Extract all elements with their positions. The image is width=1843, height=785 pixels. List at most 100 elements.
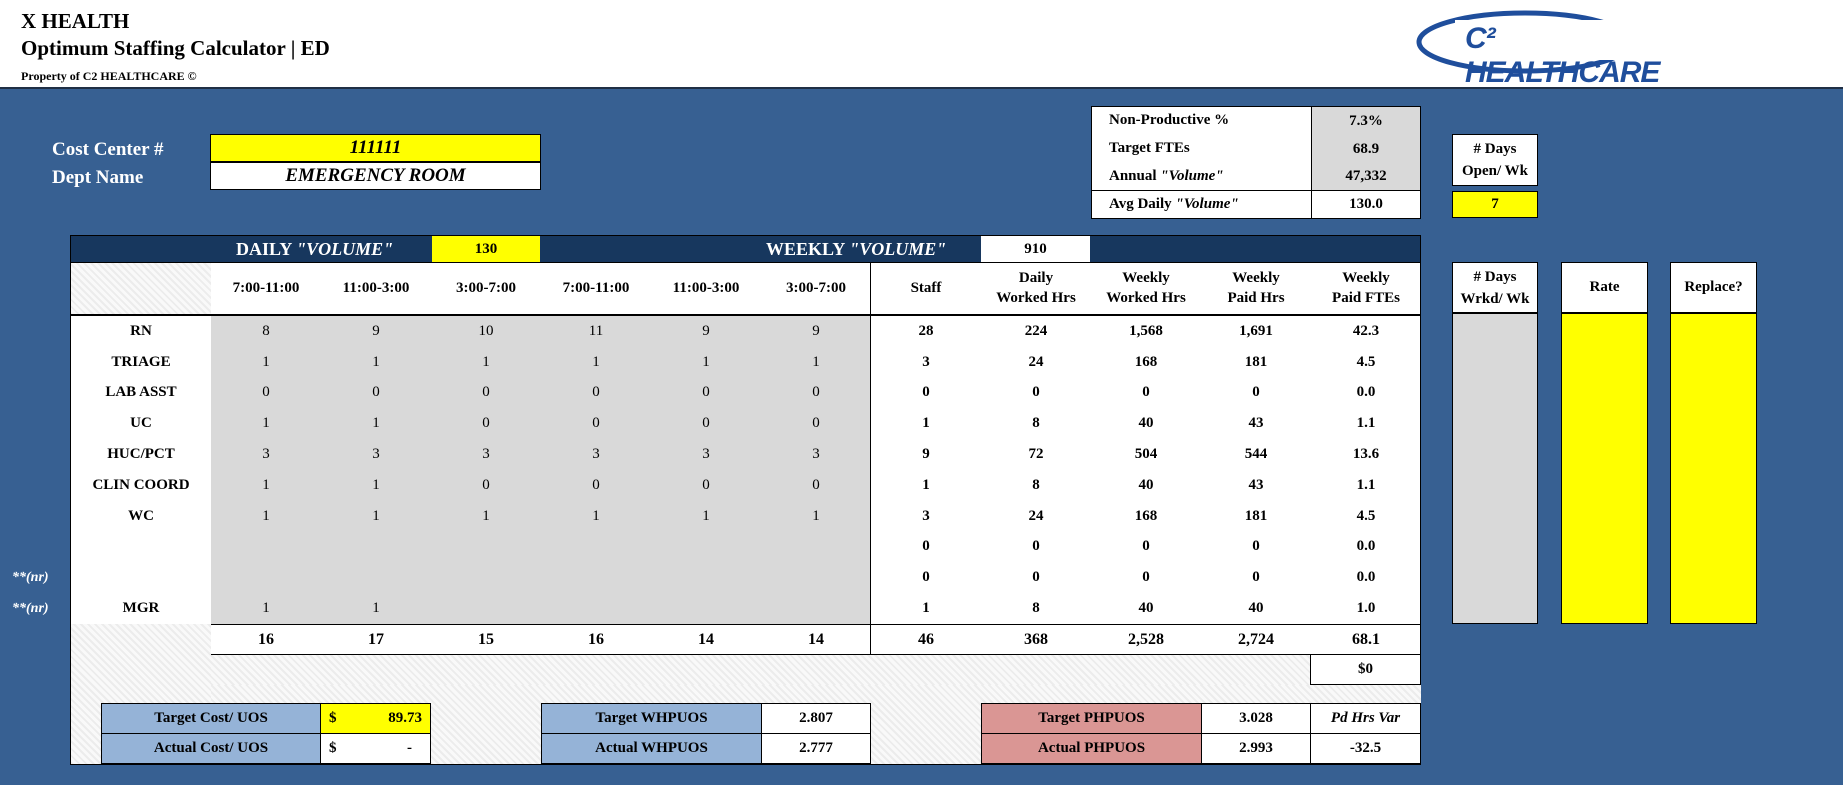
shift-cell[interactable]: 1 [211, 408, 321, 439]
shift-cell[interactable] [761, 562, 871, 593]
days-open-input[interactable]: 7 [1452, 191, 1538, 218]
shift-cell[interactable]: 11 [541, 316, 651, 347]
shift-cell[interactable]: 9 [651, 316, 761, 347]
row-note [0, 408, 70, 439]
shift-cell[interactable]: 0 [761, 378, 871, 409]
shift-cell[interactable]: 10 [431, 316, 541, 347]
shift-cell[interactable]: 3 [431, 439, 541, 470]
shift-cell[interactable] [431, 593, 541, 624]
row-ftes: 0.0 [1356, 569, 1376, 586]
shift-cell[interactable]: 0 [321, 378, 431, 409]
shift-cell[interactable] [651, 562, 761, 593]
row-role-label: TRIAGE [111, 353, 171, 370]
target-ftes-value: 68.9 [1311, 135, 1420, 163]
property-note: Property of C2 HEALTHCARE © [21, 69, 197, 83]
shift-cell[interactable]: 3 [651, 439, 761, 470]
target-ftes-label: Target FTEs [1109, 140, 1190, 156]
col-daily-worked: Daily Worked Hrs [996, 270, 1076, 306]
shift-cell[interactable]: 1 [211, 470, 321, 501]
row-staff: 9 [922, 446, 930, 463]
shift-cell[interactable]: 0 [651, 470, 761, 501]
shift-cell[interactable]: 1 [321, 408, 431, 439]
target-cost-input[interactable]: $ 89.73 [320, 703, 431, 734]
shift-cell[interactable] [761, 532, 871, 563]
row-weekly-paid: 544 [1244, 446, 1268, 463]
shift-cell[interactable]: 1 [541, 501, 651, 532]
row-daily-worked: 8 [1032, 600, 1040, 617]
shift-cell[interactable]: 3 [761, 439, 871, 470]
shift-cell[interactable] [431, 562, 541, 593]
annual-volume-label: Annual "Volume" [1109, 168, 1224, 184]
shift-cell[interactable]: 9 [321, 316, 431, 347]
shift-cell[interactable]: 9 [761, 316, 871, 347]
shift-cell[interactable]: 1 [651, 347, 761, 378]
row-note [0, 501, 70, 532]
daily-volume-label: DAILY "VOLUME" [236, 239, 394, 259]
shift-cell[interactable]: 1 [761, 501, 871, 532]
shift-cell[interactable]: 1 [211, 501, 321, 532]
pd-hrs-var-value: -32.5 [1310, 733, 1421, 764]
shift-cell[interactable] [541, 593, 651, 624]
row-ftes: 0.0 [1356, 384, 1376, 401]
shift-cell[interactable]: 0 [761, 470, 871, 501]
shift-cell[interactable]: 1 [761, 347, 871, 378]
shift-cell[interactable]: 3 [321, 439, 431, 470]
avg-daily-volume-label: Avg Daily "Volume" [1109, 196, 1239, 212]
shift-cell[interactable] [651, 532, 761, 563]
row-daily-worked: 24 [1028, 353, 1044, 370]
daily-volume-input[interactable]: 130 [432, 236, 540, 262]
shift-cell[interactable]: 1 [211, 347, 321, 378]
shift-cell[interactable]: 1 [321, 501, 431, 532]
row-staff: 0 [922, 384, 930, 401]
col-staff: Staff [910, 279, 942, 296]
row-staff: 0 [922, 538, 930, 555]
shift-cell[interactable]: 3 [211, 439, 321, 470]
shift-cell[interactable] [651, 593, 761, 624]
shift-cell[interactable]: 0 [761, 408, 871, 439]
row-role-label: CLIN COORD [92, 476, 190, 493]
shift-cell[interactable]: 1 [431, 501, 541, 532]
shift-cell[interactable]: 1 [651, 501, 761, 532]
shift-cell[interactable]: 1 [321, 470, 431, 501]
total-ftes: 68.1 [1352, 630, 1380, 648]
actual-cost-value: - [407, 740, 412, 756]
shift-cell[interactable]: 1 [211, 593, 321, 624]
shift-cell[interactable]: 3 [541, 439, 651, 470]
shift-cell[interactable]: 0 [651, 408, 761, 439]
shift-cell[interactable] [541, 562, 651, 593]
dept-name-input[interactable]: EMERGENCY ROOM [210, 162, 541, 190]
row-weekly-paid: 181 [1244, 353, 1268, 370]
shift-cell[interactable] [211, 562, 321, 593]
shift-cell[interactable]: 1 [431, 347, 541, 378]
row-staff: 1 [922, 476, 930, 493]
shift-cell[interactable]: 1 [321, 347, 431, 378]
shift-cell[interactable]: 0 [541, 378, 651, 409]
shift-cell[interactable]: 0 [431, 408, 541, 439]
row-weekly-paid: 43 [1248, 415, 1264, 432]
shift-cell[interactable] [321, 532, 431, 563]
row-daily-worked: 24 [1028, 507, 1044, 524]
row-daily-worked: 8 [1032, 415, 1040, 432]
shift-cell[interactable]: 8 [211, 316, 321, 347]
shift-cell[interactable] [211, 532, 321, 563]
shift-cell[interactable] [431, 532, 541, 563]
shift-cell[interactable]: 0 [651, 378, 761, 409]
row-note [0, 439, 70, 470]
actual-phpuos-label: Actual PHPUOS [981, 733, 1202, 764]
actual-cost-label: Actual Cost/ UOS [101, 733, 321, 764]
shift-cell[interactable]: 0 [541, 408, 651, 439]
col-weekly-paid: Weekly Paid Hrs [1227, 270, 1285, 306]
shift-cell[interactable] [761, 593, 871, 624]
shift-cell[interactable] [541, 532, 651, 563]
shift-cell[interactable] [321, 562, 431, 593]
shift-cell[interactable]: 0 [541, 470, 651, 501]
shift-cell[interactable]: 0 [211, 378, 321, 409]
shift-cell[interactable]: 1 [541, 347, 651, 378]
days-open-label-1: # Days [1473, 140, 1517, 157]
cost-center-input[interactable]: 111111 [210, 134, 541, 162]
row-staff: 1 [922, 600, 930, 617]
shift-cell[interactable]: 0 [431, 470, 541, 501]
shift-cell[interactable]: 1 [321, 593, 431, 624]
shift-cell[interactable]: 0 [431, 378, 541, 409]
total-shift-4: 16 [588, 630, 604, 648]
